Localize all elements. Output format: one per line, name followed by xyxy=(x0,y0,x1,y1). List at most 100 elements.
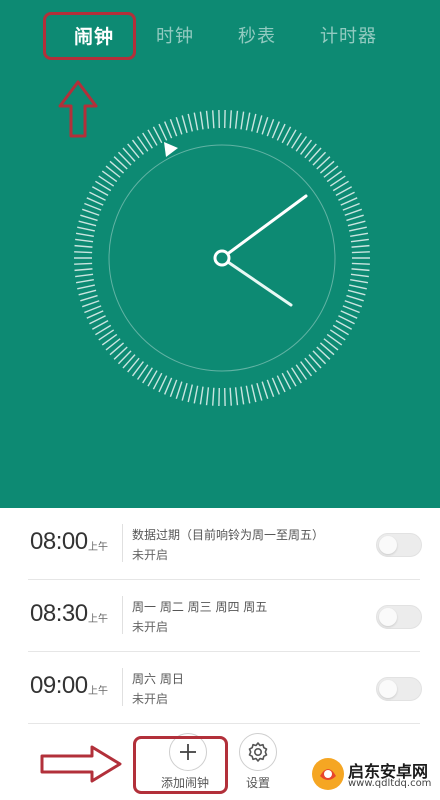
alarm-toggle[interactable] xyxy=(376,605,422,629)
clock-tick xyxy=(229,110,232,129)
alarm-ampm: 上午 xyxy=(88,542,108,553)
clock-tick xyxy=(169,119,178,137)
clock-tick xyxy=(256,115,263,133)
alarm-separator xyxy=(122,668,123,706)
clock-tick xyxy=(74,244,93,248)
clock-tick xyxy=(212,387,215,406)
analog-clock-face xyxy=(74,110,370,406)
alarm-ampm: 上午 xyxy=(88,614,108,625)
alarm-row[interactable]: 09:00 上午 周六 周日 未开启 xyxy=(0,652,440,724)
row-divider xyxy=(28,723,420,724)
alarm-repeat: 周一 周二 周三 周四 周五 xyxy=(132,600,268,614)
alarm-toggle[interactable] xyxy=(376,533,422,557)
clock-tick xyxy=(342,305,360,314)
clock-tick xyxy=(205,110,210,129)
clock-tick xyxy=(74,251,93,254)
tab-clock[interactable]: 时钟 xyxy=(156,22,194,48)
alarm-status: 未开启 xyxy=(132,620,169,634)
alarm-time: 08:30 xyxy=(30,600,88,627)
site-logo-icon xyxy=(312,758,344,790)
clock-tick xyxy=(75,278,94,284)
clock-tick xyxy=(175,381,183,399)
clock-tick xyxy=(271,121,280,139)
clock-tick xyxy=(240,386,245,405)
settings-button[interactable] xyxy=(239,733,277,771)
site-watermark: 启东安卓网 www.qdltdq.com xyxy=(306,756,438,796)
clock-tick xyxy=(75,232,94,238)
clock-tick xyxy=(199,386,204,405)
clock-tick xyxy=(164,377,173,395)
clock-tick xyxy=(347,220,366,227)
clock-tick xyxy=(349,284,367,290)
clock-tick xyxy=(261,117,269,135)
clock-tick xyxy=(245,112,251,131)
alarm-toggle[interactable] xyxy=(376,677,422,701)
clock-tick xyxy=(347,289,366,296)
alarm-status: 未开启 xyxy=(132,692,169,706)
clock-tick xyxy=(77,226,95,232)
clock-tick xyxy=(251,113,257,132)
clock-tick xyxy=(181,115,188,133)
clock-tick xyxy=(80,214,98,222)
clock-tick xyxy=(344,300,363,308)
gear-icon xyxy=(248,742,268,762)
clock-tick xyxy=(187,113,193,132)
alarm-row[interactable]: 08:30 上午 周一 周二 周三 周四 周五 未开启 xyxy=(0,580,440,652)
clock-tick xyxy=(234,387,239,406)
clock-tick xyxy=(175,117,183,135)
clock-center-pin xyxy=(213,249,231,267)
watermark-url: www.qdltdq.com xyxy=(348,778,432,789)
clock-tick xyxy=(205,387,210,406)
alarm-time: 08:00 xyxy=(30,528,88,555)
toggle-knob xyxy=(379,536,397,554)
tab-timer[interactable]: 计时器 xyxy=(320,22,377,48)
alarm-ampm: 上午 xyxy=(88,686,108,697)
clock-tick xyxy=(245,385,251,404)
clock-tick xyxy=(193,385,199,404)
clock-tick xyxy=(74,268,93,272)
alarm-row[interactable]: 08:00 上午 数据过期（目前响铃为周一至周五） 未开启 xyxy=(0,508,440,580)
toggle-knob xyxy=(379,680,397,698)
clock-tick xyxy=(344,208,363,216)
tab-stopwatch[interactable]: 秒表 xyxy=(238,22,276,48)
clock-tick xyxy=(229,387,232,406)
clock-tick xyxy=(80,294,98,302)
clock-tick xyxy=(81,300,100,308)
alarm-separator xyxy=(122,596,123,634)
alarm-status: 未开启 xyxy=(132,548,169,562)
clock-tick xyxy=(349,226,367,232)
clock-tick xyxy=(276,123,286,141)
clock-tick xyxy=(77,284,95,290)
clock-minute-hand xyxy=(220,256,293,307)
clock-tick xyxy=(351,251,370,254)
clock-tick xyxy=(84,305,102,314)
clock-tick xyxy=(86,197,104,206)
clock-tick xyxy=(276,375,286,393)
clock-header: 闹钟 时钟 秒表 计时器 xyxy=(0,0,440,508)
clock-tick xyxy=(234,110,239,129)
clock-tick xyxy=(212,110,215,129)
clock-tick xyxy=(75,238,94,243)
clock-tick xyxy=(266,379,275,397)
clock-tick xyxy=(193,112,199,131)
clock-tick xyxy=(340,197,358,206)
clock-tick xyxy=(340,310,358,319)
alarm-repeat: 数据过期（目前响铃为周一至周五） xyxy=(132,528,325,542)
settings-label[interactable]: 设置 xyxy=(246,774,270,791)
clock-tick xyxy=(240,111,245,130)
annotation-box-add xyxy=(133,736,228,794)
clock-tick xyxy=(187,384,193,403)
clock-tick xyxy=(342,202,360,211)
clock-tick xyxy=(251,384,257,403)
clock-tick xyxy=(84,202,102,211)
clock-tick xyxy=(261,381,269,399)
clock-tick xyxy=(351,268,370,272)
annotation-right-arrow-icon xyxy=(40,745,122,783)
toggle-knob xyxy=(379,608,397,626)
alarm-time: 09:00 xyxy=(30,672,88,699)
clock-tick xyxy=(271,377,280,395)
alarm-list: 08:00 上午 数据过期（目前响铃为周一至周五） 未开启 08:30 上午 周… xyxy=(0,508,440,730)
clock-tick xyxy=(351,262,370,265)
clock-tick xyxy=(266,119,275,137)
clock-tick xyxy=(350,278,369,284)
